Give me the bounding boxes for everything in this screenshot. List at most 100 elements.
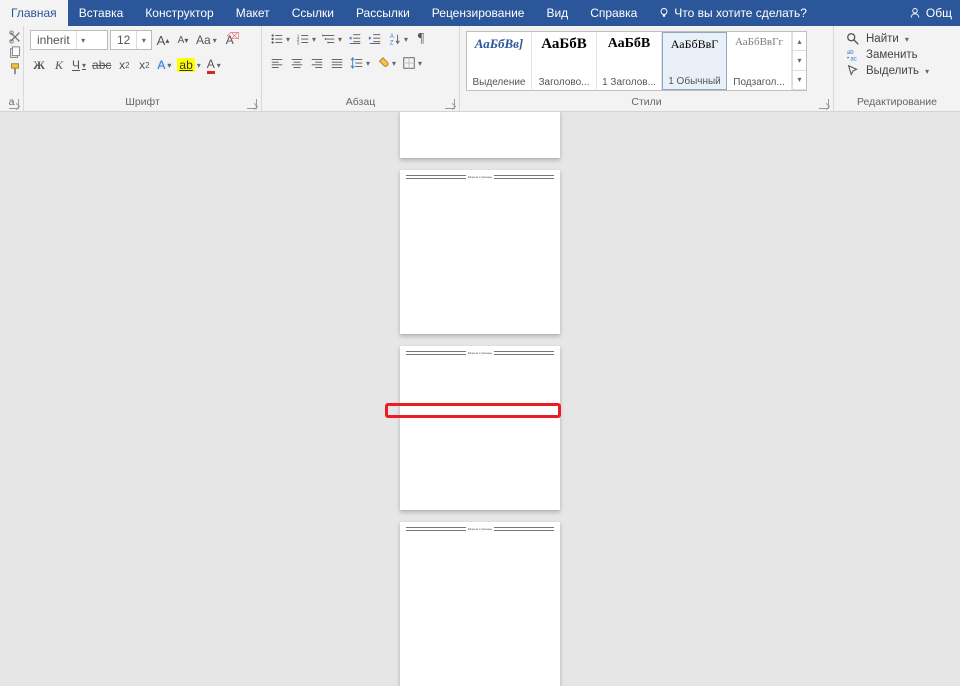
shading-button[interactable] bbox=[374, 54, 398, 72]
style-heading1[interactable]: АаБбВ Заголово... bbox=[532, 32, 597, 90]
cursor-icon bbox=[846, 64, 860, 78]
increase-indent-button[interactable] bbox=[366, 30, 384, 48]
replace-button[interactable]: abac Заменить bbox=[840, 47, 924, 63]
numbering-button[interactable]: 123 bbox=[294, 30, 318, 48]
justify-button[interactable] bbox=[328, 54, 346, 72]
strikethrough-button[interactable]: abc bbox=[90, 56, 113, 74]
bullets-button[interactable] bbox=[268, 30, 292, 48]
styles-group-label: Стили bbox=[460, 94, 833, 111]
page-4[interactable]: Разрыв страницы bbox=[400, 522, 560, 686]
clipboard-group: а bbox=[0, 26, 24, 111]
underline-button[interactable]: Ч bbox=[70, 56, 88, 74]
replace-label: Заменить bbox=[866, 49, 918, 61]
font-color-button[interactable]: A bbox=[205, 56, 223, 74]
clear-formatting-button[interactable]: A⌫ bbox=[221, 31, 239, 49]
paragraph-group-label: Абзац bbox=[262, 94, 459, 111]
align-right-button[interactable] bbox=[308, 54, 326, 72]
multilevel-list-button[interactable] bbox=[320, 30, 344, 48]
style-name: Выделение bbox=[473, 77, 526, 88]
ribbon-tabs: Главная Вставка Конструктор Макет Ссылки… bbox=[0, 0, 960, 26]
line-spacing-button[interactable] bbox=[348, 54, 372, 72]
font-size-value: 12 bbox=[111, 31, 136, 49]
font-group-label: Шрифт bbox=[24, 94, 261, 111]
style-sample: АаБбВв] bbox=[475, 36, 524, 52]
ribbon: а inherit▾ 12▾ A▴ A▾ Aa A⌫ Ж К Ч abc bbox=[0, 26, 960, 112]
svg-text:ac: ac bbox=[850, 55, 856, 62]
styles-scroll-down[interactable]: ▾ bbox=[793, 51, 806, 70]
styles-scroll-up[interactable]: ▴ bbox=[793, 32, 806, 51]
lightbulb-icon bbox=[658, 7, 670, 19]
superscript-button[interactable]: x2 bbox=[135, 56, 153, 74]
style-sample: АаБбВ bbox=[608, 36, 651, 52]
font-size-combo[interactable]: 12▾ bbox=[110, 30, 152, 50]
page-header: Разрыв страницы bbox=[406, 352, 554, 354]
svg-text:3: 3 bbox=[297, 40, 300, 45]
style-name: Заголово... bbox=[539, 77, 590, 88]
style-name: 1 Обычный bbox=[668, 76, 721, 87]
clipboard-group-label: а bbox=[0, 94, 23, 111]
change-case-button[interactable]: Aa bbox=[194, 31, 219, 49]
bold-button[interactable]: Ж bbox=[30, 56, 48, 74]
font-group: inherit▾ 12▾ A▴ A▾ Aa A⌫ Ж К Ч abc x2 x2… bbox=[24, 26, 262, 111]
font-dialog-launcher[interactable] bbox=[247, 99, 257, 109]
shrink-font-button[interactable]: A▾ bbox=[174, 31, 192, 49]
tab-design[interactable]: Конструктор bbox=[134, 0, 224, 26]
copy-icon[interactable] bbox=[8, 46, 22, 60]
search-icon bbox=[846, 32, 860, 46]
style-sample: АаБбВвГг bbox=[735, 36, 783, 48]
paragraph-dialog-launcher[interactable] bbox=[445, 99, 455, 109]
tab-insert[interactable]: Вставка bbox=[68, 0, 135, 26]
format-painter-icon[interactable] bbox=[8, 62, 22, 76]
share-label: Общ bbox=[926, 0, 952, 26]
page-1[interactable] bbox=[400, 112, 560, 158]
style-sample: АаБбВ bbox=[541, 36, 587, 53]
svg-text:Z: Z bbox=[390, 39, 394, 46]
highlight-button[interactable]: ab bbox=[175, 56, 202, 74]
styles-gallery: АаБбВв] Выделение АаБбВ Заголово... АаБб… bbox=[466, 31, 807, 91]
tab-help[interactable]: Справка bbox=[579, 0, 648, 26]
style-emphasis[interactable]: АаБбВв] Выделение bbox=[467, 32, 532, 90]
tab-references[interactable]: Ссылки bbox=[281, 0, 345, 26]
styles-group: АаБбВв] Выделение АаБбВ Заголово... АаБб… bbox=[460, 26, 834, 111]
select-label: Выделить bbox=[866, 65, 919, 77]
style-name: Подзагол... bbox=[733, 77, 784, 88]
font-name-value: inherit bbox=[31, 31, 76, 49]
italic-button[interactable]: К bbox=[50, 56, 68, 74]
styles-show-all[interactable]: ▾ bbox=[793, 71, 806, 90]
style-subtitle[interactable]: АаБбВвГг Подзагол... bbox=[727, 32, 792, 90]
style-heading2[interactable]: АаБбВ 1 Заголов... bbox=[597, 32, 662, 90]
decrease-indent-button[interactable] bbox=[346, 30, 364, 48]
page-header: Разрыв страницы bbox=[406, 528, 554, 530]
subscript-button[interactable]: x2 bbox=[115, 56, 133, 74]
sort-button[interactable]: AZ bbox=[386, 30, 410, 48]
editing-group: Найти ▾ abac Заменить Выделить ▾ Редакти… bbox=[834, 26, 960, 111]
style-normal[interactable]: АаБбВвГ 1 Обычный bbox=[662, 32, 727, 90]
tell-me-search[interactable]: Что вы хотите сделать? bbox=[648, 6, 817, 20]
font-name-combo[interactable]: inherit▾ bbox=[30, 30, 108, 50]
align-center-button[interactable] bbox=[288, 54, 306, 72]
grow-font-button[interactable]: A▴ bbox=[154, 31, 172, 49]
page-2[interactable]: Разрыв страницы bbox=[400, 170, 560, 334]
replace-icon: abac bbox=[846, 48, 860, 62]
borders-button[interactable] bbox=[400, 54, 424, 72]
clipboard-dialog-launcher[interactable] bbox=[9, 99, 19, 109]
tab-layout[interactable]: Макет bbox=[225, 0, 281, 26]
find-label: Найти bbox=[866, 33, 899, 45]
tab-review[interactable]: Рецензирование bbox=[421, 0, 536, 26]
style-sample: АаБбВвГ bbox=[671, 37, 718, 52]
text-effects-button[interactable]: A bbox=[155, 56, 173, 74]
share-button[interactable]: Общ bbox=[900, 0, 960, 26]
page-3[interactable]: Разрыв страницы bbox=[400, 346, 560, 510]
tab-mailings[interactable]: Рассылки bbox=[345, 0, 421, 26]
align-left-button[interactable] bbox=[268, 54, 286, 72]
cut-icon[interactable] bbox=[8, 30, 22, 44]
pages-container: Разрыв страницы Разрыв страницы Разрыв с… bbox=[400, 112, 560, 686]
style-name: 1 Заголов... bbox=[602, 77, 656, 88]
tab-view[interactable]: Вид bbox=[535, 0, 579, 26]
document-area[interactable]: Разрыв страницы Разрыв страницы Разрыв с… bbox=[0, 112, 960, 686]
find-button[interactable]: Найти ▾ bbox=[840, 31, 915, 47]
select-button[interactable]: Выделить ▾ bbox=[840, 63, 935, 79]
show-marks-button[interactable]: ¶ bbox=[412, 30, 430, 48]
styles-dialog-launcher[interactable] bbox=[819, 99, 829, 109]
tab-home[interactable]: Главная bbox=[0, 0, 68, 26]
